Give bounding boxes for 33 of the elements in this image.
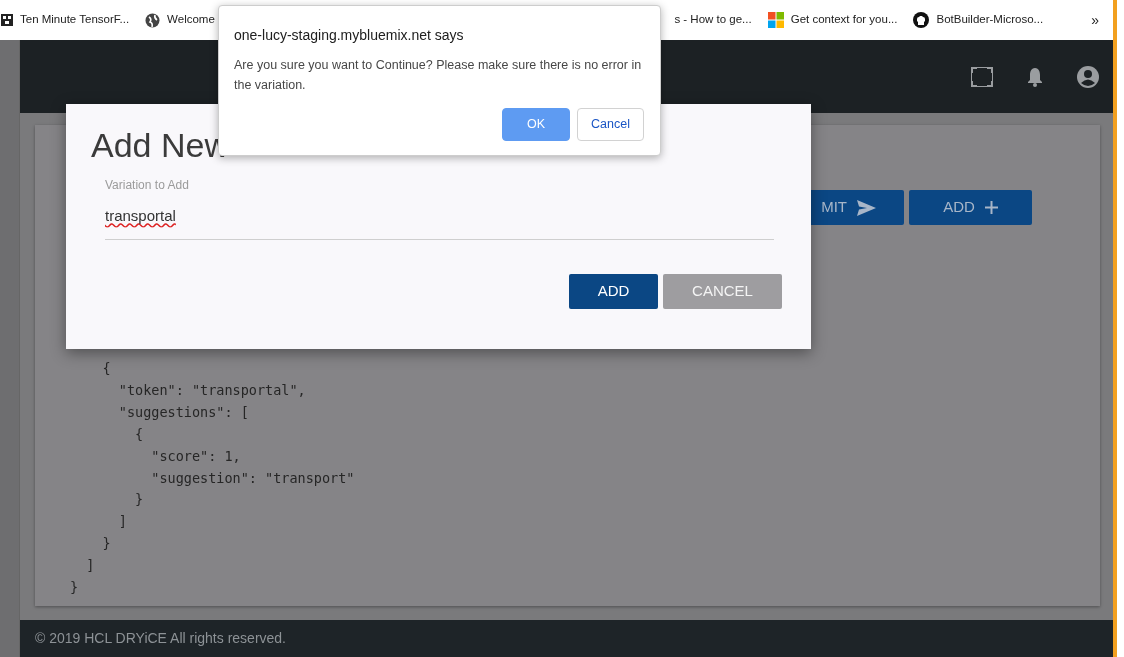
- more-bookmarks-button[interactable]: »: [1091, 9, 1099, 31]
- code-line: {: [134, 424, 144, 444]
- send-icon: [857, 199, 876, 216]
- code-line: "suggestion": "transport": [150, 468, 355, 488]
- bookmark-link[interactable]: Ten Minute TensorF...: [20, 11, 130, 29]
- code-line: {: [101, 359, 111, 378]
- alert-message: Are you sure you want to Continue? Please make sure there is no error in the variation.: [234, 57, 643, 94]
- alert-title: one-lucy-staging.mybluemix.net says: [234, 26, 465, 45]
- code-line: ]: [117, 512, 127, 532]
- cancel-button[interactable]: Cancel: [577, 108, 644, 141]
- variation-input-field[interactable]: transportal: [105, 203, 774, 240]
- fullscreen-icon[interactable]: [971, 66, 993, 87]
- bell-icon[interactable]: [1027, 66, 1043, 87]
- pixel-icon: [1, 14, 13, 26]
- bookmark-link[interactable]: Get context for you...: [790, 11, 898, 29]
- add-button[interactable]: ADD: [909, 190, 1032, 225]
- code-line: }: [101, 534, 111, 554]
- code-line: "token": "transportal",: [117, 380, 306, 400]
- add-button[interactable]: ADD: [569, 273, 658, 309]
- globe-icon: [145, 12, 161, 28]
- bookmark-link[interactable]: s - How to ge...: [674, 11, 752, 29]
- windows-logo-icon: [767, 12, 784, 28]
- plus-icon: [984, 201, 998, 214]
- code-line: ]: [85, 556, 95, 576]
- code-line: }: [70, 578, 79, 598]
- footer-text: © 2019 HCL DRYiCE All rights reserved.: [20, 620, 1113, 657]
- account-icon[interactable]: [1077, 65, 1099, 88]
- field-label: Variation to Add: [105, 177, 190, 194]
- bookmark-link[interactable]: Welcome: [167, 11, 215, 29]
- code-line: }: [134, 490, 144, 510]
- code-line: "suggestions": [: [117, 402, 249, 422]
- bookmark-link[interactable]: BotBuilder-Microso...: [936, 11, 1044, 29]
- code-line: "score": 1,: [150, 446, 241, 466]
